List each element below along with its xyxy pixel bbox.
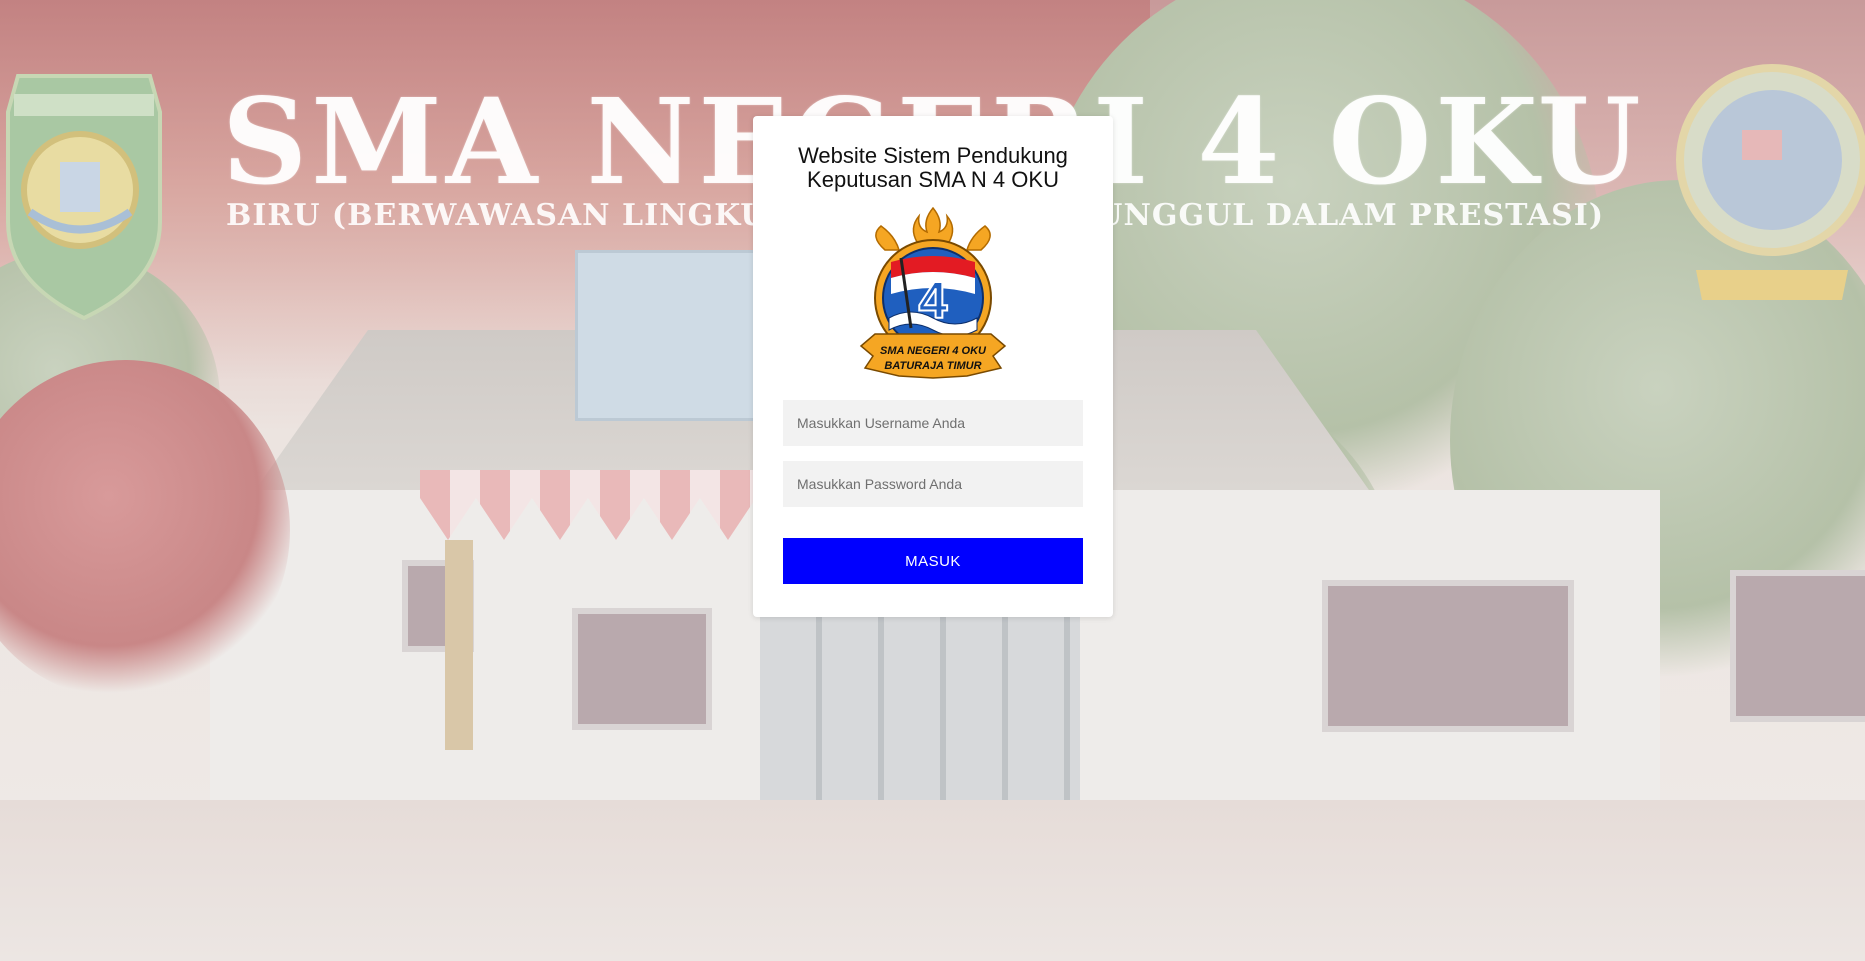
south-sumatra-emblem bbox=[6, 74, 162, 321]
building-window bbox=[572, 608, 712, 730]
building-window bbox=[1322, 580, 1574, 732]
svg-text:BATURAJA TIMUR: BATURAJA TIMUR bbox=[884, 360, 981, 372]
building-window bbox=[1730, 570, 1865, 722]
svg-text:SMA NEGERI 4 OKU: SMA NEGERI 4 OKU bbox=[880, 345, 987, 357]
username-input[interactable] bbox=[783, 400, 1083, 446]
courtyard-ground bbox=[0, 800, 1865, 961]
login-card: Website Sistem Pendukung Keputusan SMA N… bbox=[753, 116, 1113, 617]
building-door bbox=[760, 610, 1080, 800]
school-emblem-right bbox=[1676, 64, 1865, 300]
login-submit-button[interactable]: MASUK bbox=[783, 538, 1083, 584]
login-title: Website Sistem Pendukung Keputusan SMA N… bbox=[798, 143, 1068, 192]
school-logo: 4 SMA NEGERI 4 OKU BATURAJA TIMUR bbox=[855, 206, 1011, 382]
school-logo-icon: 4 SMA NEGERI 4 OKU BATURAJA TIMUR bbox=[859, 206, 1007, 379]
school-signboard bbox=[575, 250, 766, 421]
password-input[interactable] bbox=[783, 461, 1083, 507]
building-pillar bbox=[445, 540, 473, 750]
